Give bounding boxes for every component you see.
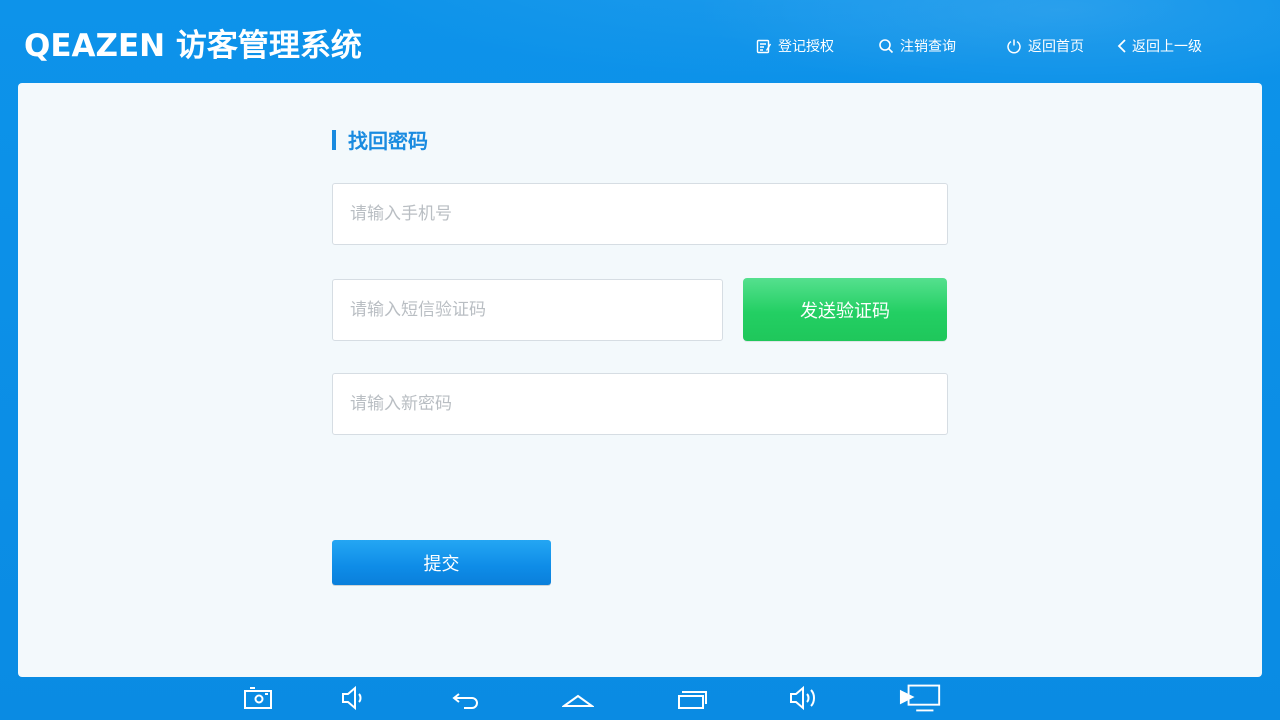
screenshot-icon (244, 687, 272, 709)
nav-back[interactable]: 返回上一级 (1116, 36, 1202, 56)
new-password-field (332, 373, 948, 435)
home-nav-button[interactable] (560, 683, 596, 713)
nav-register-authorize[interactable]: 登记授权 (756, 36, 834, 56)
submit-button[interactable]: 提交 (332, 540, 551, 585)
nav-query-label: 注销查询 (900, 39, 956, 55)
section-title: 找回密码 (332, 125, 428, 154)
nav-home[interactable]: 返回首页 (1006, 36, 1084, 56)
phone-input[interactable] (350, 204, 947, 224)
app-title: QEAZEN 访客管理系统 (24, 28, 362, 64)
search-icon (879, 39, 894, 54)
send-code-button[interactable]: 发送验证码 (743, 278, 947, 341)
edit-icon (756, 39, 772, 54)
section-title-text: 找回密码 (348, 129, 428, 153)
volume-down-button[interactable] (336, 683, 372, 713)
nav-cancel-query[interactable]: 注销查询 (878, 36, 956, 56)
screen-cast-button[interactable] (898, 683, 944, 713)
nav-register-label: 登记授权 (778, 39, 834, 55)
nav-home-label: 返回首页 (1028, 39, 1084, 55)
back-icon (452, 693, 478, 709)
volume-up-icon (790, 685, 815, 711)
system-navigation-bar (0, 677, 1280, 720)
recent-apps-icon (678, 691, 707, 709)
app-header: QEAZEN 访客管理系统 登记授权 注销查询 返回首页 返回上一级 (0, 0, 1280, 82)
home-icon (562, 694, 594, 707)
sms-code-input[interactable] (350, 300, 722, 320)
volume-up-button[interactable] (786, 683, 822, 713)
sms-code-field (332, 279, 723, 341)
new-password-input[interactable] (350, 394, 947, 414)
recent-apps-button[interactable] (674, 683, 710, 713)
nav-back-label: 返回上一级 (1132, 39, 1202, 55)
phone-field (332, 183, 948, 245)
screenshot-button[interactable] (240, 683, 276, 713)
main-card: 找回密码 发送验证码 提交 (18, 83, 1262, 677)
title-accent-bar (332, 129, 336, 150)
screen-cast-icon (899, 684, 941, 712)
power-icon (1007, 39, 1021, 54)
back-nav-button[interactable] (448, 683, 484, 713)
chevron-left-icon (1117, 39, 1126, 53)
volume-down-icon (342, 685, 362, 711)
